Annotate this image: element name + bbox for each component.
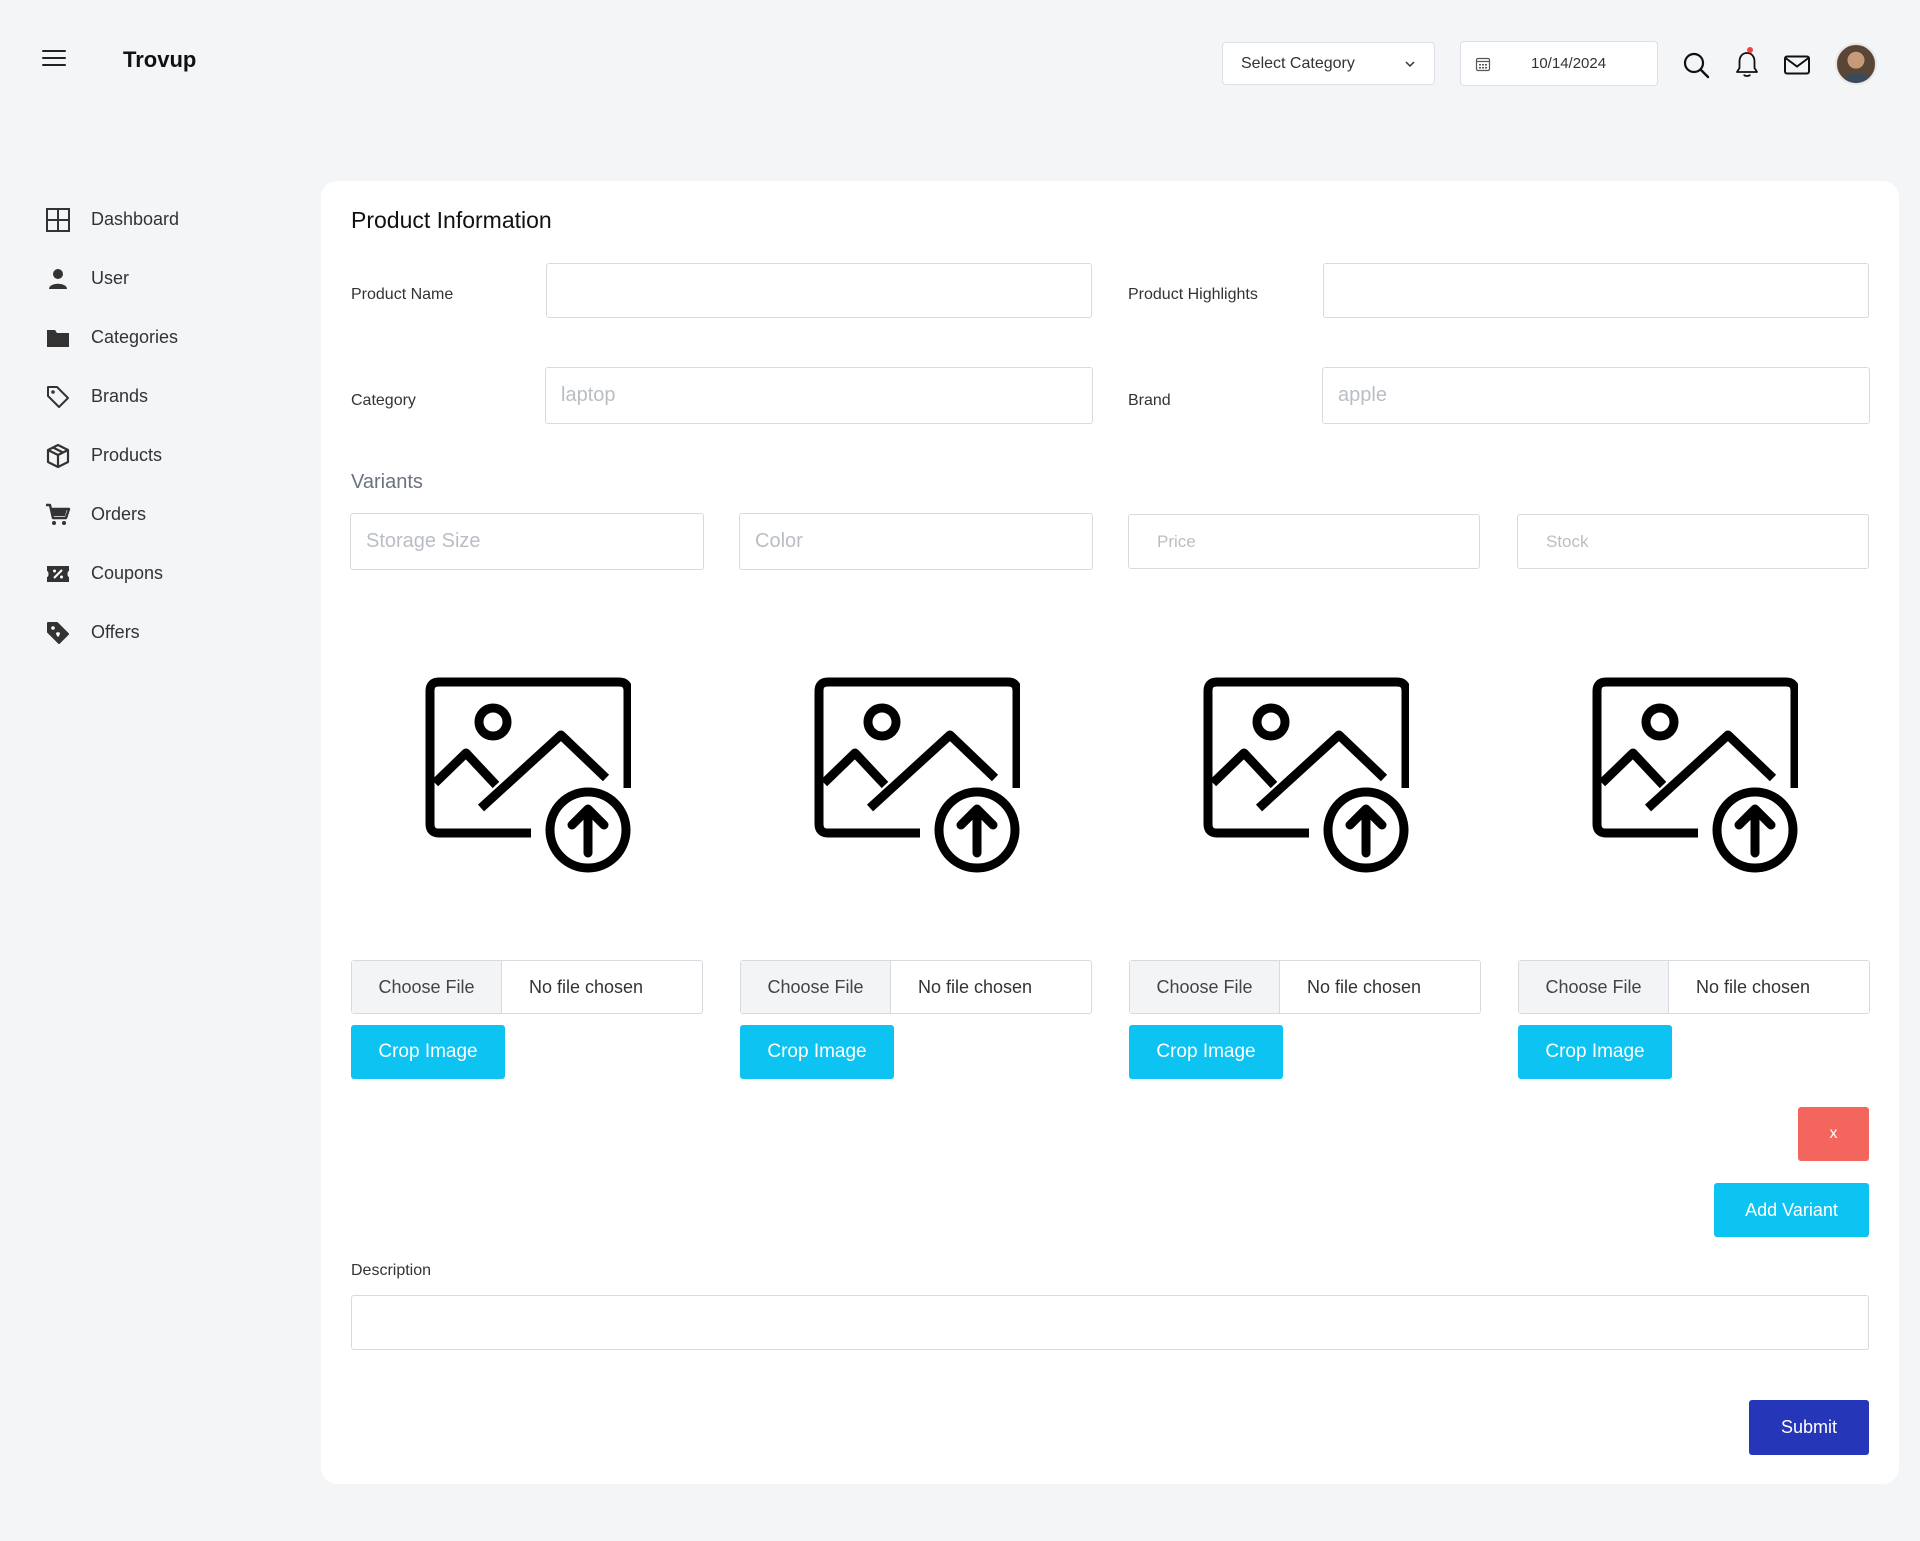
sidebar-item-label: Brands — [91, 386, 149, 406]
brand-input[interactable]: apple — [1322, 367, 1870, 424]
search-icon[interactable] — [1681, 50, 1711, 80]
cart-icon — [46, 503, 71, 525]
category-select-label: Select Category — [1241, 54, 1355, 72]
grid-icon — [46, 207, 70, 232]
avatar[interactable] — [1835, 43, 1877, 85]
date-value: 10/14/2024 — [1531, 55, 1607, 72]
sidebar-item-brands[interactable]: Brands — [0, 367, 300, 426]
sidebar-item-label: Categories — [91, 327, 179, 347]
category-select[interactable]: Select Category — [1222, 42, 1435, 85]
mail-icon[interactable] — [1782, 50, 1812, 80]
file-status: No file chosen — [918, 976, 1033, 997]
product-name-label: Product Name — [351, 286, 454, 303]
choose-file-button[interactable]: Choose File — [741, 961, 891, 1013]
image-upload-icon[interactable] — [1588, 673, 1798, 873]
sidebar-item-label: Orders — [91, 504, 147, 524]
notification-dot — [1747, 47, 1753, 53]
crop-image-button[interactable]: Crop Image — [1129, 1025, 1283, 1079]
product-highlights-label: Product Highlights — [1128, 286, 1258, 303]
brand-logo: Trovup — [123, 47, 197, 72]
product-form-card: Product Information Product Name Product… — [321, 181, 1899, 1484]
sidebar-item-dashboard[interactable]: Dashboard — [0, 190, 300, 249]
description-label: Description — [351, 1262, 432, 1279]
file-input[interactable]: Choose File No file chosen — [351, 960, 703, 1014]
calendar-icon — [1475, 57, 1491, 71]
file-status: No file chosen — [1696, 976, 1811, 997]
sidebar: Dashboard User Categories Brands Product… — [0, 190, 300, 662]
bell-icon[interactable] — [1732, 50, 1762, 80]
file-status: No file chosen — [529, 976, 644, 997]
submit-button[interactable]: Submit — [1749, 1400, 1869, 1455]
product-highlights-input[interactable] — [1323, 263, 1869, 318]
box-icon — [46, 443, 70, 468]
crop-image-button[interactable]: Crop Image — [351, 1025, 505, 1079]
sidebar-item-products[interactable]: Products — [0, 426, 300, 485]
file-input[interactable]: Choose File No file chosen — [1129, 960, 1481, 1014]
date-picker[interactable]: 10/14/2024 — [1460, 41, 1658, 86]
variants-heading: Variants — [351, 471, 423, 493]
choose-file-button[interactable]: Choose File — [1130, 961, 1280, 1013]
sidebar-item-label: Dashboard — [91, 209, 180, 229]
product-name-input[interactable] — [546, 263, 1092, 318]
sidebar-item-label: Products — [91, 445, 163, 465]
choose-file-button[interactable]: Choose File — [352, 961, 502, 1013]
storage-size-input[interactable]: Storage Size — [350, 513, 704, 570]
user-icon — [49, 268, 67, 289]
folder-icon — [47, 329, 69, 347]
chevron-down-icon — [1405, 60, 1415, 67]
color-input[interactable]: Color — [739, 513, 1093, 570]
sidebar-item-orders[interactable]: Orders — [0, 485, 300, 544]
offer-tag-icon — [47, 621, 69, 644]
stock-input[interactable]: Stock — [1517, 514, 1869, 569]
add-variant-button[interactable]: Add Variant — [1714, 1183, 1869, 1237]
category-label: Category — [351, 392, 416, 409]
sidebar-item-label: Offers — [91, 622, 140, 642]
image-upload-icon[interactable] — [421, 673, 631, 873]
crop-image-button[interactable]: Crop Image — [1518, 1025, 1672, 1079]
sidebar-item-label: User — [91, 268, 130, 288]
sidebar-item-categories[interactable]: Categories — [0, 308, 300, 367]
sidebar-item-coupons[interactable]: Coupons — [0, 544, 300, 603]
description-input[interactable] — [351, 1295, 1869, 1350]
file-input[interactable]: Choose File No file chosen — [1518, 960, 1870, 1014]
image-upload-icon[interactable] — [810, 673, 1020, 873]
top-bar: Trovup Select Category 10/14/2024 — [0, 0, 1920, 130]
choose-file-button[interactable]: Choose File — [1519, 961, 1669, 1013]
price-input[interactable]: Price — [1128, 514, 1480, 569]
menu-icon[interactable] — [42, 50, 66, 70]
coupon-icon — [47, 565, 69, 582]
remove-variant-button[interactable]: x — [1798, 1107, 1869, 1161]
crop-image-button[interactable]: Crop Image — [740, 1025, 894, 1079]
page-title: Product Information — [351, 207, 552, 233]
brand-label: Brand — [1128, 392, 1171, 409]
file-input[interactable]: Choose File No file chosen — [740, 960, 1092, 1014]
sidebar-item-offers[interactable]: Offers — [0, 603, 300, 662]
sidebar-item-label: Coupons — [91, 563, 164, 583]
image-upload-icon[interactable] — [1199, 673, 1409, 873]
file-status: No file chosen — [1307, 976, 1422, 997]
sidebar-item-user[interactable]: User — [0, 249, 300, 308]
category-input[interactable]: laptop — [545, 367, 1093, 424]
tag-icon — [47, 385, 69, 408]
